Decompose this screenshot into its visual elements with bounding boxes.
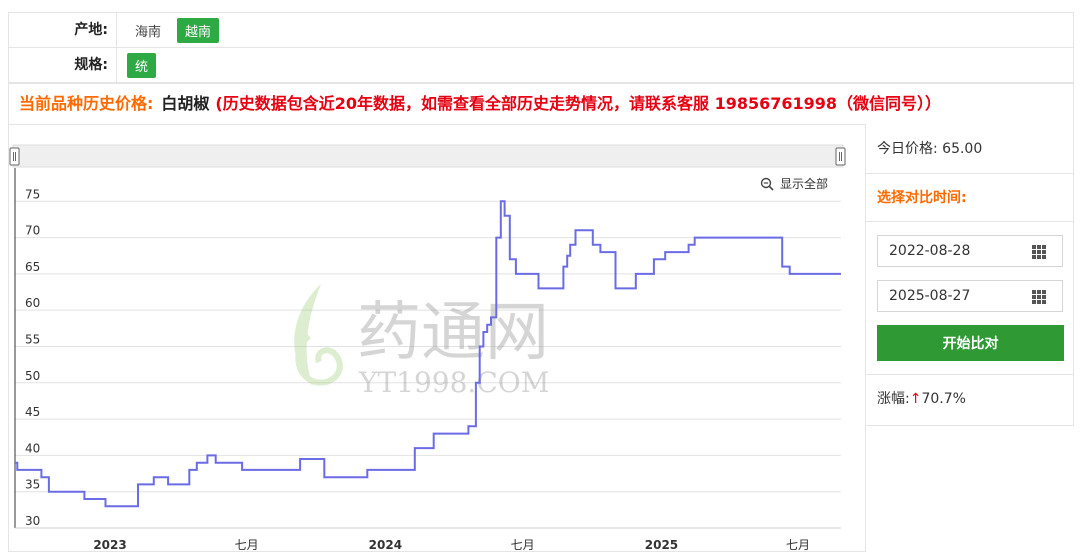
range-slider-left-handle[interactable] [9, 147, 20, 166]
change-label: 涨幅: [877, 391, 910, 407]
start-compare-button[interactable]: 开始比对 [877, 325, 1064, 361]
y-tick-label: 30 [25, 514, 40, 528]
y-tick-label: 40 [25, 441, 40, 455]
y-tick-label: 75 [25, 187, 40, 201]
start-date-input[interactable]: 2022-08-28 [877, 235, 1063, 267]
origin-label: 产地: [9, 13, 117, 47]
origin-option-hainan[interactable]: 海南 [127, 18, 169, 43]
end-date-value: 2025-08-27 [889, 288, 971, 304]
change-value: 70.7% [921, 391, 966, 407]
y-tick-label: 50 [25, 369, 40, 383]
end-date-input[interactable]: 2025-08-27 [877, 280, 1063, 312]
range-slider-track[interactable] [12, 144, 844, 168]
compare-panel: 今日价格: 65.00 选择对比时间: 2022-08-28 2025-08-2… [865, 124, 1074, 426]
x-tick-label: 2023 [93, 538, 126, 552]
x-tick-label: 七月 [235, 538, 259, 552]
price-chart: 显示全部 药通网 YT1998.COM 30 35 40 45 50 55 60 65 70 75… [9, 144, 846, 552]
x-tick-label: 2025 [645, 538, 678, 552]
y-tick-label: 70 [25, 224, 40, 238]
start-date-value: 2022-08-28 [889, 243, 971, 259]
spec-options: 统 [127, 48, 157, 82]
history-label: 当前品种历史价格: [19, 94, 154, 113]
product-name: 白胡椒 [161, 94, 210, 113]
y-tick-label: 60 [25, 296, 40, 310]
history-note: (历史数据包含近20年数据，如需查看全部历史走势情况，请联系客服 1985676… [215, 94, 942, 113]
compare-time-title: 选择对比时间: [866, 174, 1073, 222]
calendar-icon[interactable] [1032, 290, 1046, 304]
x-tick-label: 2024 [369, 538, 402, 552]
date-range-block: 2022-08-28 2025-08-27 开始比对 [866, 222, 1073, 375]
calendar-icon[interactable] [1032, 245, 1046, 259]
watermark: 药通网 YT1998.COM [294, 284, 549, 399]
x-tick-label: 七月 [511, 538, 535, 552]
today-price-row: 今日价格: 65.00 [866, 124, 1073, 174]
range-slider[interactable] [9, 144, 846, 168]
y-tick-label: 35 [25, 478, 40, 492]
show-all-label[interactable]: 显示全部 [780, 176, 828, 191]
zoom-out-icon [760, 177, 774, 191]
price-chart-panel: 显示全部 药通网 YT1998.COM 30 35 40 45 50 55 60 65 70 75… [8, 124, 866, 552]
range-slider-right-handle[interactable] [835, 147, 846, 166]
spec-label: 规格: [9, 48, 117, 82]
y-tick-label: 65 [25, 260, 40, 274]
y-tick-label: 45 [25, 405, 40, 419]
today-price-label: 今日价格: [877, 141, 938, 157]
today-price-value: 65.00 [942, 141, 983, 157]
y-tick-label: 55 [25, 332, 40, 346]
up-arrow-icon: ↑ [909, 391, 922, 407]
x-tick-label: 七月 [786, 538, 810, 552]
origin-options: 海南 越南 [127, 13, 220, 47]
origin-filter-row: 产地: 海南 越南 [8, 12, 1074, 48]
history-price-header: 当前品种历史价格: 白胡椒 (历史数据包含近20年数据，如需查看全部历史走势情况，请… [8, 83, 1074, 125]
change-rate-row: 涨幅:↑70.7% [877, 388, 966, 408]
origin-option-vietnam[interactable]: 越南 [177, 17, 220, 43]
spec-filter-row: 规格: 统 [8, 47, 1074, 83]
watermark-leaf-icon [294, 284, 343, 386]
show-all-control[interactable]: 显示全部 [760, 176, 829, 191]
watermark-sub-text: YT1998.COM [358, 366, 549, 399]
spec-option-tong[interactable]: 统 [127, 52, 157, 78]
watermark-main-text: 药通网 [357, 296, 549, 370]
